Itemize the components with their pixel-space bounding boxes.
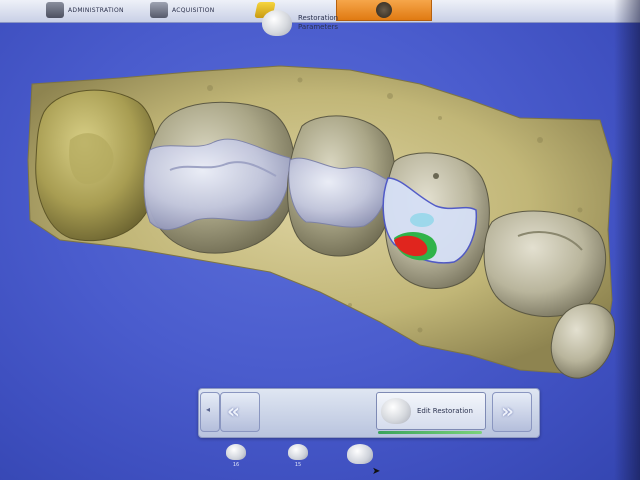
step-label-line2: Parameters [298, 23, 339, 31]
tooth-selector-item[interactable]: 15 [284, 444, 312, 474]
tooth-selector-item[interactable]: 16 [222, 444, 250, 474]
restoration-crown-1 [143, 138, 291, 231]
workflow-prev-button[interactable]: « [220, 392, 260, 432]
tooth-selector-item-active[interactable] [346, 444, 374, 474]
tooth-icon [288, 444, 308, 460]
double-chevron-right-icon: » [501, 399, 514, 423]
tooth-icon [347, 444, 373, 464]
workflow-next-button[interactable]: » [492, 392, 532, 432]
workflow-collapse-button[interactable]: ◂ [200, 392, 220, 432]
double-chevron-left-icon: « [227, 399, 240, 423]
tooth-thumbnail-icon [262, 10, 292, 36]
step-label: Edit Restoration [417, 406, 473, 415]
chevron-left-icon: ◂ [206, 405, 211, 414]
mouse-cursor-icon: ➤ [372, 466, 381, 477]
step-label: Restoration [298, 14, 339, 22]
tooth-number: 15 [294, 462, 302, 468]
tooth-icon [226, 444, 246, 460]
tooth-molar-5 [483, 210, 607, 318]
tooth-number: 16 [232, 462, 240, 468]
step-progress-bar [378, 431, 482, 434]
screen-bezel-shadow [614, 0, 640, 480]
tooth-thumbnail-icon [381, 398, 411, 424]
workflow-step-restoration-parameters[interactable]: Restoration Parameters [262, 4, 372, 42]
workflow-step-edit-restoration[interactable]: Edit Restoration [376, 392, 486, 430]
